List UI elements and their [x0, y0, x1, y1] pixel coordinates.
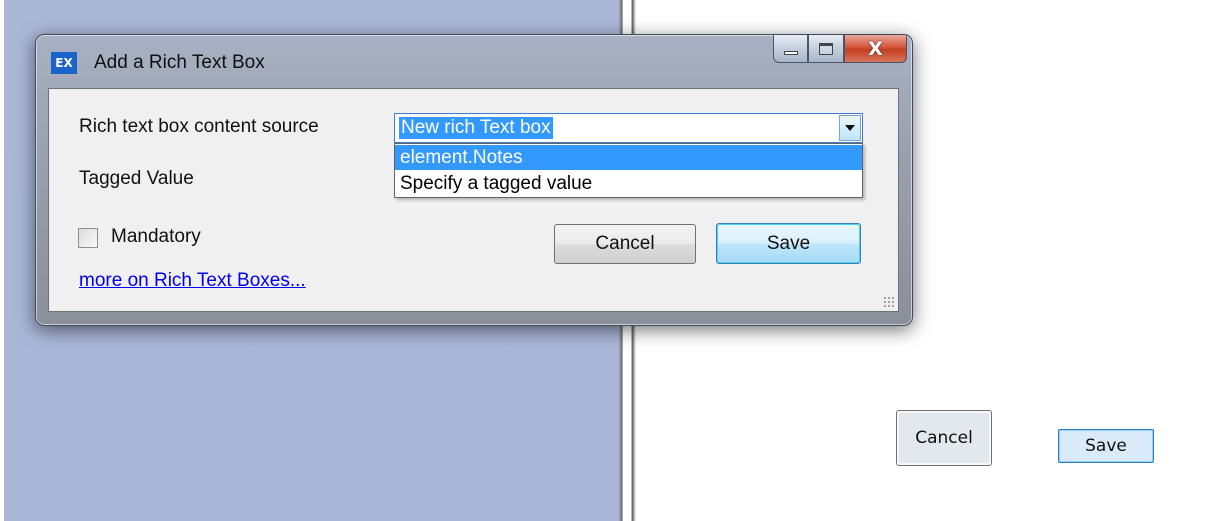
- mandatory-label[interactable]: Mandatory: [111, 226, 201, 248]
- help-link[interactable]: more on Rich Text Boxes...: [79, 270, 306, 292]
- close-button[interactable]: X: [844, 35, 907, 63]
- combobox-dropdown-button[interactable]: [839, 115, 861, 141]
- cancel-button[interactable]: Cancel: [554, 224, 696, 264]
- close-icon: X: [868, 37, 883, 60]
- maximize-button[interactable]: [808, 35, 844, 63]
- background-save-button[interactable]: Save: [1058, 429, 1154, 463]
- content-source-value[interactable]: New rich Text box: [399, 117, 553, 139]
- caption-buttons: X: [773, 35, 907, 63]
- resize-grip-icon[interactable]: [883, 296, 895, 308]
- chevron-down-icon: [845, 125, 855, 131]
- background-cancel-button[interactable]: Cancel: [896, 410, 992, 466]
- save-button[interactable]: Save: [716, 223, 861, 264]
- dropdown-option-element-notes[interactable]: element.Notes: [395, 145, 862, 170]
- add-rich-text-box-dialog: EX Add a Rich Text Box X Rich text box c…: [35, 34, 913, 326]
- dropdown-option-specify-tagged-value[interactable]: Specify a tagged value: [395, 171, 862, 196]
- window-title: Add a Rich Text Box: [94, 52, 265, 73]
- minimize-icon: [783, 50, 798, 55]
- content-source-dropdown-list: element.Notes Specify a tagged value: [394, 143, 863, 198]
- tagged-value-label: Tagged Value: [79, 168, 194, 189]
- title-bar[interactable]: EX Add a Rich Text Box X: [36, 35, 912, 85]
- maximize-icon: [819, 42, 833, 55]
- content-source-combobox[interactable]: New rich Text box: [394, 113, 863, 143]
- mandatory-checkbox[interactable]: [78, 228, 98, 248]
- minimize-button[interactable]: [773, 35, 808, 63]
- dialog-body: Rich text box content source Tagged Valu…: [48, 88, 899, 312]
- content-source-label: Rich text box content source: [79, 116, 319, 137]
- app-icon: EX: [51, 52, 77, 74]
